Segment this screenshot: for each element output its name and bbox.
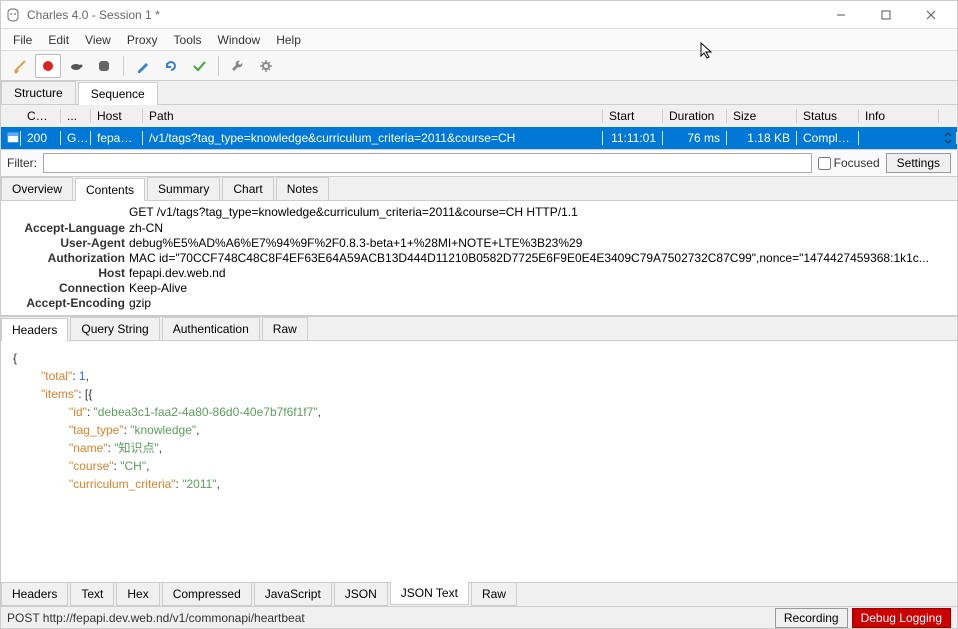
header-name: Connection — [9, 281, 129, 295]
broom-icon[interactable] — [7, 54, 33, 78]
bodytab-headers[interactable]: Headers — [1, 583, 68, 606]
header-value: gzip — [129, 296, 949, 310]
turtle-icon[interactable] — [63, 54, 89, 78]
maximize-button[interactable] — [863, 2, 908, 28]
col-duration[interactable]: Duration — [663, 109, 727, 123]
menu-help[interactable]: Help — [268, 31, 309, 49]
check-icon[interactable] — [186, 54, 212, 78]
row-scroll[interactable] — [939, 132, 957, 144]
header-row: Accept-Encodinggzip — [9, 296, 949, 310]
tab-summary[interactable]: Summary — [147, 177, 220, 200]
wrench-icon[interactable] — [225, 54, 251, 78]
refresh-icon[interactable] — [158, 54, 184, 78]
header-value: zh-CN — [129, 221, 949, 235]
menu-edit[interactable]: Edit — [40, 31, 77, 49]
subtab-headers[interactable]: Headers — [1, 318, 68, 341]
col-size[interactable]: Size — [727, 109, 797, 123]
tab-overview[interactable]: Overview — [1, 177, 73, 200]
menu-tools[interactable]: Tools — [166, 31, 210, 49]
cell-method: G... — [61, 131, 91, 145]
menu-view[interactable]: View — [77, 31, 119, 49]
tab-contents[interactable]: Contents — [75, 178, 145, 201]
header-row: ConnectionKeep-Alive — [9, 281, 949, 295]
record-icon[interactable] — [35, 54, 61, 78]
settings-button[interactable]: Settings — [886, 153, 951, 173]
tab-notes[interactable]: Notes — [276, 177, 329, 200]
window-title: Charles 4.0 - Session 1 * — [27, 8, 818, 22]
table-row[interactable]: 200 G... fepapi... /v1/tags?tag_type=kno… — [1, 127, 957, 149]
bodytab-jsontext[interactable]: JSON Text — [390, 582, 469, 605]
header-row: User-Agentdebug%E5%AD%A6%E7%94%9F%2F0.8.… — [9, 236, 949, 250]
header-value: debug%E5%AD%A6%E7%94%9F%2F0.8.3-beta+1+%… — [129, 236, 949, 250]
header-name: User-Agent — [9, 236, 129, 250]
main-tabs: Structure Sequence — [1, 81, 957, 105]
menu-proxy[interactable]: Proxy — [119, 31, 166, 49]
tab-sequence[interactable]: Sequence — [78, 82, 158, 105]
cell-duration: 76 ms — [663, 131, 727, 145]
bodytab-raw[interactable]: Raw — [471, 583, 517, 606]
cell-size: 1.18 KB — [727, 131, 797, 145]
stop-icon[interactable] — [91, 54, 117, 78]
gear-icon[interactable] — [253, 54, 279, 78]
detail-tabs: Overview Contents Summary Chart Notes — [1, 177, 957, 201]
body-tabs: Headers Text Hex Compressed JavaScript J… — [1, 582, 957, 606]
cell-path: /v1/tags?tag_type=knowledge&curriculum_c… — [143, 131, 603, 145]
menu-file[interactable]: File — [5, 31, 40, 49]
subtab-querystring[interactable]: Query String — [70, 317, 159, 340]
bodytab-text[interactable]: Text — [70, 583, 114, 606]
col-method[interactable]: ... — [61, 109, 91, 123]
request-sub-tabs: Headers Query String Authentication Raw — [1, 316, 957, 341]
col-code[interactable]: Code — [21, 109, 61, 123]
menu-bar: File Edit View Proxy Tools Window Help — [1, 29, 957, 51]
header-name: Host — [9, 266, 129, 280]
tab-structure[interactable]: Structure — [1, 81, 76, 104]
cell-code: 200 — [21, 131, 61, 145]
filter-bar: Filter: Focused Settings — [1, 150, 957, 177]
status-bar: POST http://fepapi.dev.web.nd/v1/commona… — [1, 606, 957, 628]
header-value: MAC id="70CCF748C48C8F4EF63E64A59ACB13D4… — [129, 251, 949, 265]
row-icon — [1, 131, 21, 146]
col-info[interactable]: Info — [859, 109, 939, 123]
bodytab-javascript[interactable]: JavaScript — [254, 583, 332, 606]
close-button[interactable] — [908, 2, 953, 28]
col-start[interactable]: Start — [603, 109, 663, 123]
pencil-icon[interactable] — [130, 54, 156, 78]
header-value: Keep-Alive — [129, 281, 949, 295]
col-status[interactable]: Status — [797, 109, 859, 123]
header-row: Hostfepapi.dev.web.nd — [9, 266, 949, 280]
header-value: fepapi.dev.web.nd — [129, 266, 949, 280]
request-table: Code ... Host Path Start Duration Size S… — [1, 105, 957, 150]
focused-checkbox[interactable]: Focused — [818, 156, 880, 170]
header-name: Accept-Language — [9, 221, 129, 235]
bodytab-hex[interactable]: Hex — [116, 583, 159, 606]
col-host[interactable]: Host — [91, 109, 143, 123]
header-name: Authorization — [9, 251, 129, 265]
subtab-authentication[interactable]: Authentication — [162, 317, 260, 340]
menu-window[interactable]: Window — [210, 31, 269, 49]
json-body[interactable]: { "total": 1, "items": [{ "id": "debea3c… — [1, 341, 957, 582]
bodytab-json[interactable]: JSON — [334, 583, 388, 606]
app-icon — [5, 7, 21, 23]
recording-indicator[interactable]: Recording — [775, 608, 848, 628]
subtab-raw[interactable]: Raw — [262, 317, 308, 340]
header-row: AuthorizationMAC id="70CCF748C48C8F4EF63… — [9, 251, 949, 265]
cell-host: fepapi... — [91, 131, 143, 145]
col-path[interactable]: Path — [143, 109, 603, 123]
filter-input[interactable] — [43, 153, 812, 173]
debug-logging-indicator[interactable]: Debug Logging — [852, 608, 951, 628]
header-name: Accept-Encoding — [9, 296, 129, 310]
request-line: GET /v1/tags?tag_type=knowledge&curricul… — [9, 205, 949, 219]
toolbar — [1, 51, 957, 81]
cell-status: Complete — [797, 131, 859, 145]
tab-chart[interactable]: Chart — [222, 177, 273, 200]
header-row: Accept-Languagezh-CN — [9, 221, 949, 235]
status-message: POST http://fepapi.dev.web.nd/v1/commona… — [7, 611, 771, 625]
minimize-button[interactable] — [818, 2, 863, 28]
headers-panel: GET /v1/tags?tag_type=knowledge&curricul… — [1, 201, 957, 316]
filter-label: Filter: — [7, 156, 37, 170]
bodytab-compressed[interactable]: Compressed — [162, 583, 252, 606]
cell-start: 11:11:01 — [603, 131, 663, 145]
